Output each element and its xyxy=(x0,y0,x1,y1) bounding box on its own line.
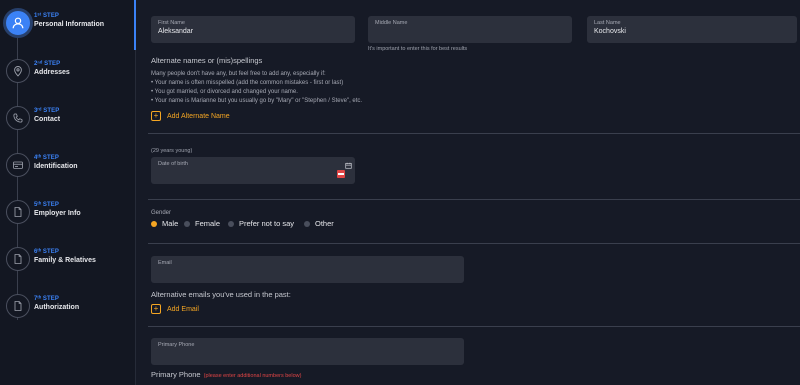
document-icon xyxy=(6,294,30,318)
gender-radio-prefer-not-to-say[interactable]: Prefer not to say xyxy=(228,219,294,228)
alternate-names-bullet: You got married, or divorced and changed… xyxy=(151,88,481,97)
step-number: 6ᵗʰ STEP xyxy=(34,249,59,255)
primary-phone-section-title: Primary Phone (please enter additional nu… xyxy=(151,370,301,379)
first-name-field[interactable]: First Name Aleksandar xyxy=(151,16,355,43)
gender-option-label: Other xyxy=(315,219,334,228)
error-icon xyxy=(337,170,345,178)
last-name-field[interactable]: Last Name Kochovski xyxy=(587,16,797,43)
gender-option-label: Male xyxy=(162,219,179,228)
gender-option-label: Prefer not to say xyxy=(239,219,295,228)
last-name-label: Last Name xyxy=(594,20,621,26)
gender-option-label: Female xyxy=(195,219,221,228)
id-card-icon xyxy=(6,153,30,177)
middle-name-hint: It's important to enter this for best re… xyxy=(368,46,468,52)
step-number: 7ᵗʰ STEP xyxy=(34,296,59,302)
add-email-label: Add Email xyxy=(167,305,199,313)
radio-dot xyxy=(151,220,157,227)
step-number: 5ᵗʰ STEP xyxy=(34,202,59,208)
step-name: Contact xyxy=(34,116,61,123)
user-icon xyxy=(3,8,33,38)
alternate-names-bullet: Your name is Marianne but you usually go… xyxy=(151,97,481,106)
step-name: Employer Info xyxy=(34,210,81,217)
location-pin-icon xyxy=(6,59,30,83)
step-name: Personal Information xyxy=(34,21,105,28)
plus-icon: + xyxy=(151,304,161,314)
step-name: Identification xyxy=(34,163,78,170)
gender-label: Gender xyxy=(151,210,172,216)
calendar-icon[interactable] xyxy=(345,162,352,169)
add-email-button[interactable]: + Add Email xyxy=(151,304,199,314)
document-icon xyxy=(6,200,30,224)
phone-icon xyxy=(6,106,30,130)
steps-sidebar: 1ˢᵗ STEP Personal Information 2ⁿᵈ STEP A… xyxy=(0,0,136,385)
date-of-birth-field[interactable]: Date of birth xyxy=(151,157,355,184)
step-employer-info[interactable]: 5ᵗʰ STEP Employer Info xyxy=(6,200,134,230)
alternate-names-description: Many people don't have any, but feel fre… xyxy=(151,70,481,106)
age-note: (29 years young) xyxy=(151,148,193,154)
primary-phone-note: (please enter additional numbers below) xyxy=(203,373,302,379)
alternate-names-intro: Many people don't have any, but feel fre… xyxy=(151,71,326,77)
primary-phone-label: Primary Phone xyxy=(158,342,195,348)
step-number: 4ᵗʰ STEP xyxy=(34,155,59,161)
step-number: 1ˢᵗ STEP xyxy=(34,13,60,19)
step-family-relatives[interactable]: 6ᵗʰ STEP Family & Relatives xyxy=(6,247,134,277)
add-alternate-name-button[interactable]: + Add Alternate Name xyxy=(151,111,230,121)
section-divider xyxy=(148,199,800,200)
step-personal-information[interactable]: 1ˢᵗ STEP Personal Information xyxy=(3,8,134,41)
step-addresses[interactable]: 2ⁿᵈ STEP Addresses xyxy=(6,59,134,89)
step-identification[interactable]: 4ᵗʰ STEP Identification xyxy=(6,153,134,183)
step-number: 2ⁿᵈ STEP xyxy=(34,61,61,67)
step-name: Addresses xyxy=(34,69,70,76)
section-divider xyxy=(148,243,800,244)
primary-phone-title-text: Primary Phone xyxy=(151,370,201,379)
last-name-value: Kochovski xyxy=(594,28,626,35)
section-divider xyxy=(148,133,800,134)
form-main: First Name Aleksandar Middle Name Last N… xyxy=(136,0,800,385)
alternate-names-bullet: Your name is often misspelled (add the c… xyxy=(151,79,481,88)
email-field[interactable]: Email xyxy=(151,256,464,283)
first-name-value: Aleksandar xyxy=(158,28,194,35)
alternate-names-title: Alternate names or (mis)spellings xyxy=(151,56,263,65)
gender-radio-other[interactable]: Other xyxy=(304,219,334,228)
email-label: Email xyxy=(158,260,172,266)
radio-dot xyxy=(304,220,310,227)
plus-icon: + xyxy=(151,111,161,121)
step-contact[interactable]: 3ʳᵈ STEP Contact xyxy=(6,106,134,136)
step-number: 3ʳᵈ STEP xyxy=(34,108,60,114)
primary-phone-field[interactable]: Primary Phone xyxy=(151,338,464,365)
document-icon xyxy=(6,247,30,271)
gender-radio-female[interactable]: Female xyxy=(184,219,220,228)
step-authorization[interactable]: 7ᵗʰ STEP Authorization xyxy=(6,294,134,324)
middle-name-field[interactable]: Middle Name xyxy=(368,16,572,43)
radio-dot xyxy=(184,220,190,227)
gender-radio-male[interactable]: Male xyxy=(151,219,178,228)
section-divider xyxy=(148,326,800,327)
radio-dot xyxy=(228,220,234,227)
first-name-label: First Name xyxy=(158,20,185,26)
step-name: Authorization xyxy=(34,304,80,311)
alternative-emails-title: Alternative emails you've used in the pa… xyxy=(151,290,291,299)
step-name: Family & Relatives xyxy=(34,257,96,264)
middle-name-label: Middle Name xyxy=(375,20,408,26)
date-of-birth-label: Date of birth xyxy=(158,161,188,167)
add-alternate-name-label: Add Alternate Name xyxy=(167,112,230,120)
